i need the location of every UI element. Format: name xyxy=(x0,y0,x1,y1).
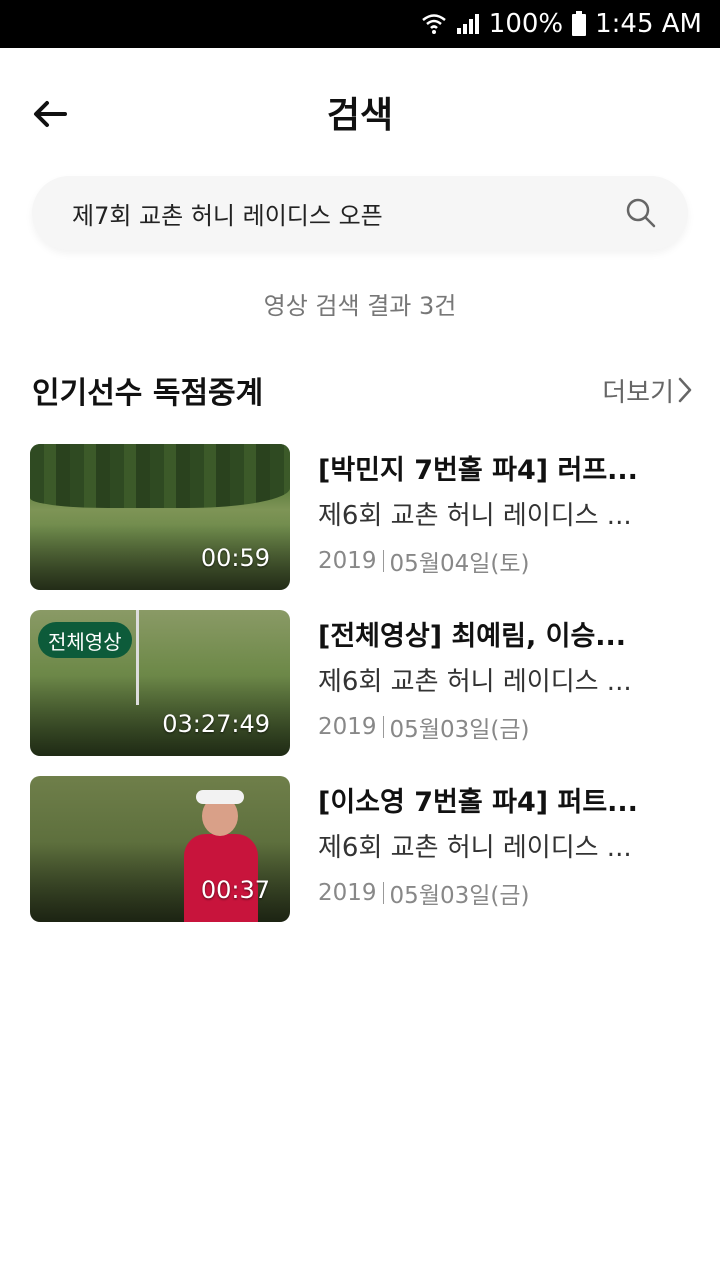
video-info: [전체영상] 최예림, 이승... 제6회 교촌 허니 레이디스 ... 201… xyxy=(318,610,690,744)
video-date: 2019 05월04일(토) xyxy=(318,544,690,578)
date-divider xyxy=(382,882,384,904)
thumbnail-flagpole xyxy=(136,610,139,705)
video-duration: 03:27:49 xyxy=(162,710,270,738)
date-divider xyxy=(382,716,384,738)
section-header: 인기선수 독점중계 더보기 xyxy=(32,365,692,415)
page-title: 검색 xyxy=(326,95,394,136)
battery-icon xyxy=(572,11,587,36)
more-button[interactable]: 더보기 xyxy=(602,372,692,409)
video-year: 2019 xyxy=(318,548,377,574)
video-info: [박민지 7번홀 파4] 러프... 제6회 교촌 허니 레이디스 ... 20… xyxy=(318,444,690,578)
battery-percent: 100% xyxy=(488,9,564,39)
search-icon[interactable] xyxy=(624,196,658,230)
clock: 1:45 AM xyxy=(595,9,702,39)
video-subtitle: 제6회 교촌 허니 레이디스 ... xyxy=(318,833,632,863)
video-title: [이소영 7번홀 파4] 퍼트... xyxy=(318,787,638,818)
more-label: 더보기 xyxy=(602,377,674,408)
video-year: 2019 xyxy=(318,880,377,906)
video-title: [박민지 7번홀 파4] 러프... xyxy=(318,455,638,486)
video-item[interactable]: 00:59 [박민지 7번홀 파4] 러프... 제6회 교촌 허니 레이디스 … xyxy=(30,444,690,590)
video-thumbnail: 전체영상 03:27:49 xyxy=(30,610,290,756)
video-duration: 00:59 xyxy=(200,544,270,572)
section-title: 인기선수 독점중계 xyxy=(32,376,264,411)
video-thumbnail: 00:37 xyxy=(30,776,290,922)
result-count: 영상 검색 결과 3건 xyxy=(263,292,457,320)
video-title: [전체영상] 최예림, 이승... xyxy=(318,621,627,652)
player-visor xyxy=(196,790,244,804)
video-subtitle: 제6회 교촌 허니 레이디스 ... xyxy=(318,667,632,697)
status-bar: 100% 1:45 AM xyxy=(0,0,720,48)
video-thumbnail: 00:59 xyxy=(30,444,290,590)
wifi-icon xyxy=(421,14,446,34)
video-year: 2019 xyxy=(318,714,377,740)
video-date: 2019 05월03일(금) xyxy=(318,876,690,910)
date-divider xyxy=(382,550,384,572)
video-day: 05월04일(토) xyxy=(389,551,530,577)
search-bar xyxy=(32,176,688,250)
video-date: 2019 05월03일(금) xyxy=(318,710,690,744)
video-subtitle: 제6회 교촌 허니 레이디스 ... xyxy=(318,501,632,531)
video-info: [이소영 7번홀 파4] 퍼트... 제6회 교촌 허니 레이디스 ... 20… xyxy=(318,776,690,910)
video-day: 05월03일(금) xyxy=(389,717,530,743)
app-header: 검색 xyxy=(0,48,720,178)
signal-icon xyxy=(456,14,479,34)
video-item[interactable]: 00:37 [이소영 7번홀 파4] 퍼트... 제6회 교촌 허니 레이디스 … xyxy=(30,776,690,922)
video-day: 05월03일(금) xyxy=(389,883,530,909)
video-item[interactable]: 전체영상 03:27:49 [전체영상] 최예림, 이승... 제6회 교촌 허… xyxy=(30,610,690,756)
chevron-right-icon xyxy=(678,377,692,403)
thumbnail-trees xyxy=(30,444,290,508)
video-duration: 00:37 xyxy=(200,876,270,904)
full-video-badge: 전체영상 xyxy=(38,622,132,658)
search-input[interactable] xyxy=(72,199,624,227)
